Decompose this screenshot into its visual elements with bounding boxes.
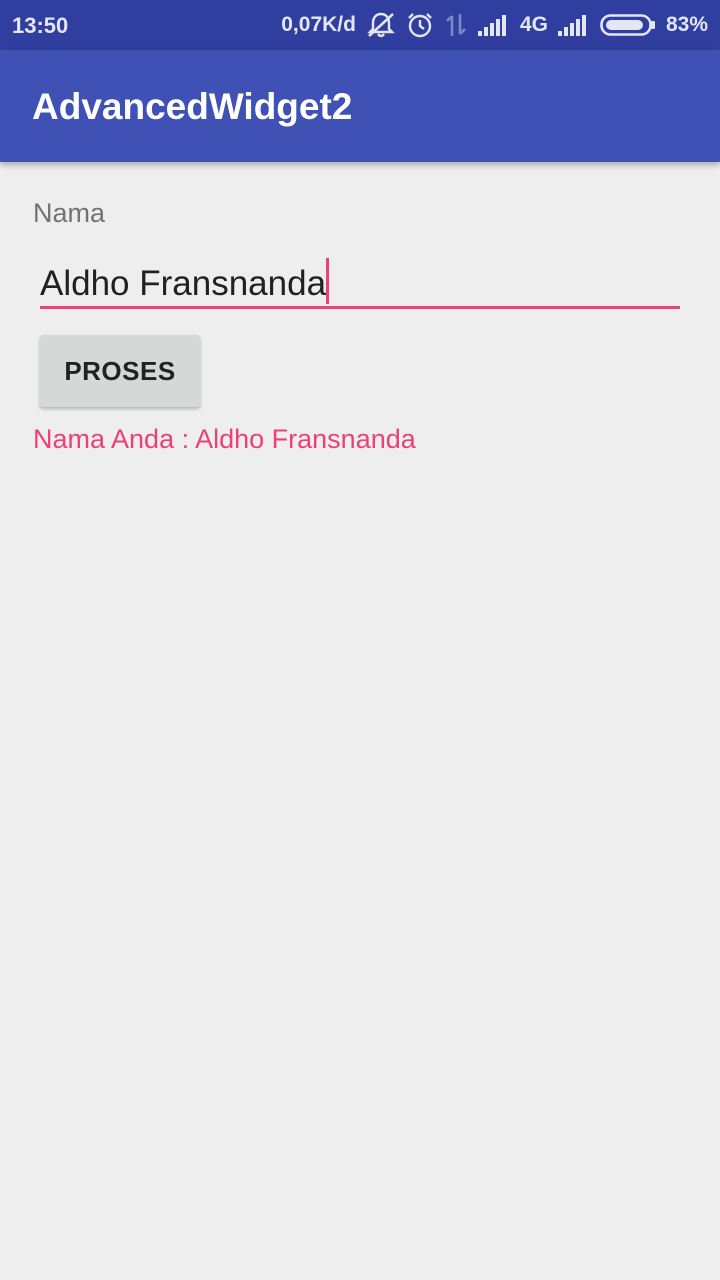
signal-icon xyxy=(477,14,510,36)
proses-button[interactable]: PROSES xyxy=(40,335,200,407)
app-title: AdvancedWidget2 xyxy=(32,86,353,127)
text-cursor xyxy=(326,258,330,304)
name-input[interactable]: Aldho Fransnanda xyxy=(40,250,680,309)
result-text: Nama Anda : Aldho Fransnanda xyxy=(33,424,416,454)
battery-icon xyxy=(600,13,656,37)
network-type: 4G xyxy=(519,13,548,36)
name-label: Nama xyxy=(33,198,106,228)
net-speed: 0,07K/d xyxy=(281,13,356,36)
alarm-icon xyxy=(406,11,434,39)
app-bar: AdvancedWidget2 xyxy=(0,50,720,162)
mute-icon xyxy=(366,11,396,39)
status-time: 13:50 xyxy=(12,13,69,38)
name-input-text: Aldho Fransnanda xyxy=(40,264,327,303)
status-icons: 0,07K/d 4G 83% xyxy=(281,0,708,50)
data-arrows-icon xyxy=(444,11,468,39)
status-bar: 13:50 0,07K/d 4G 83% xyxy=(0,0,720,50)
battery-percent: 83% xyxy=(665,13,708,36)
signal-icon xyxy=(557,14,590,36)
name-input-value[interactable]: Aldho Fransnanda xyxy=(40,258,330,304)
